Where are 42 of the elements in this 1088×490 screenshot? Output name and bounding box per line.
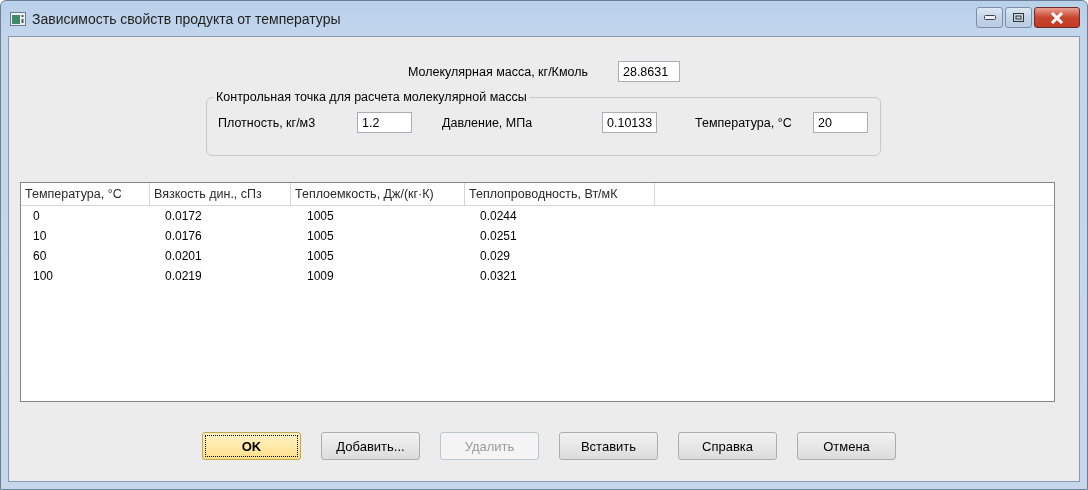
window-title: Зависимость свойств продукта от температуры	[32, 10, 341, 27]
field-label: Плотность, кг/м3	[218, 115, 317, 130]
table-cell: 0.0172	[165, 209, 202, 223]
table-cell: 0.0251	[480, 229, 517, 243]
table-cell: 1005	[307, 229, 334, 243]
maximize-button[interactable]	[1005, 7, 1032, 28]
input-field[interactable]: 1.2	[357, 112, 412, 133]
table-cell: 0.0219	[165, 269, 202, 283]
table-cell: 0.0244	[480, 209, 517, 223]
field-label: Давление, МПа	[442, 115, 534, 130]
table-cell: 1005	[307, 249, 334, 263]
table-cell: 1009	[307, 269, 334, 283]
column-header[interactable]: Теплоемкость, Дж/(кг·К)	[291, 183, 465, 205]
table-cell: 0	[33, 209, 40, 223]
dialog-button[interactable]: Справка	[678, 432, 777, 460]
close-button[interactable]	[1034, 7, 1080, 28]
dialog-button[interactable]: OK	[202, 432, 301, 460]
minimize-icon	[983, 15, 996, 20]
table-cell: 0.0321	[480, 269, 517, 283]
field-label: Температура, °C	[695, 115, 793, 130]
input-field[interactable]: 0.10133	[602, 112, 657, 133]
table-cell: 60	[33, 249, 47, 263]
app-icon	[10, 11, 26, 26]
input-field[interactable]: 20	[813, 112, 868, 133]
group-title: Контрольная точка для расчета молекулярной массы	[215, 90, 528, 104]
input-field[interactable]: 28.8631	[618, 61, 680, 82]
dialog-button[interactable]: Вставить	[559, 432, 658, 460]
close-icon	[1050, 11, 1064, 24]
column-header[interactable]: Теплопроводность, Вт/мК	[465, 183, 655, 205]
column-header[interactable]: Вязкость дин., сПз	[150, 183, 291, 205]
maximize-icon	[1013, 13, 1024, 22]
table-cell: 0.029	[480, 249, 511, 263]
dialog-button[interactable]: Отмена	[797, 432, 896, 460]
table-cell: 0.0201	[165, 249, 202, 263]
table-cell: 1005	[307, 209, 334, 223]
column-header[interactable]: Температура, °C	[21, 183, 150, 205]
field-label: Молекулярная масса, кг/Кмоль	[408, 64, 588, 79]
table-cell: 10	[33, 229, 47, 243]
dialog-button[interactable]: Добавить...	[321, 432, 420, 460]
table-cell: 0.0176	[165, 229, 202, 243]
table-cell: 100	[33, 269, 54, 283]
minimize-button[interactable]	[976, 7, 1003, 28]
